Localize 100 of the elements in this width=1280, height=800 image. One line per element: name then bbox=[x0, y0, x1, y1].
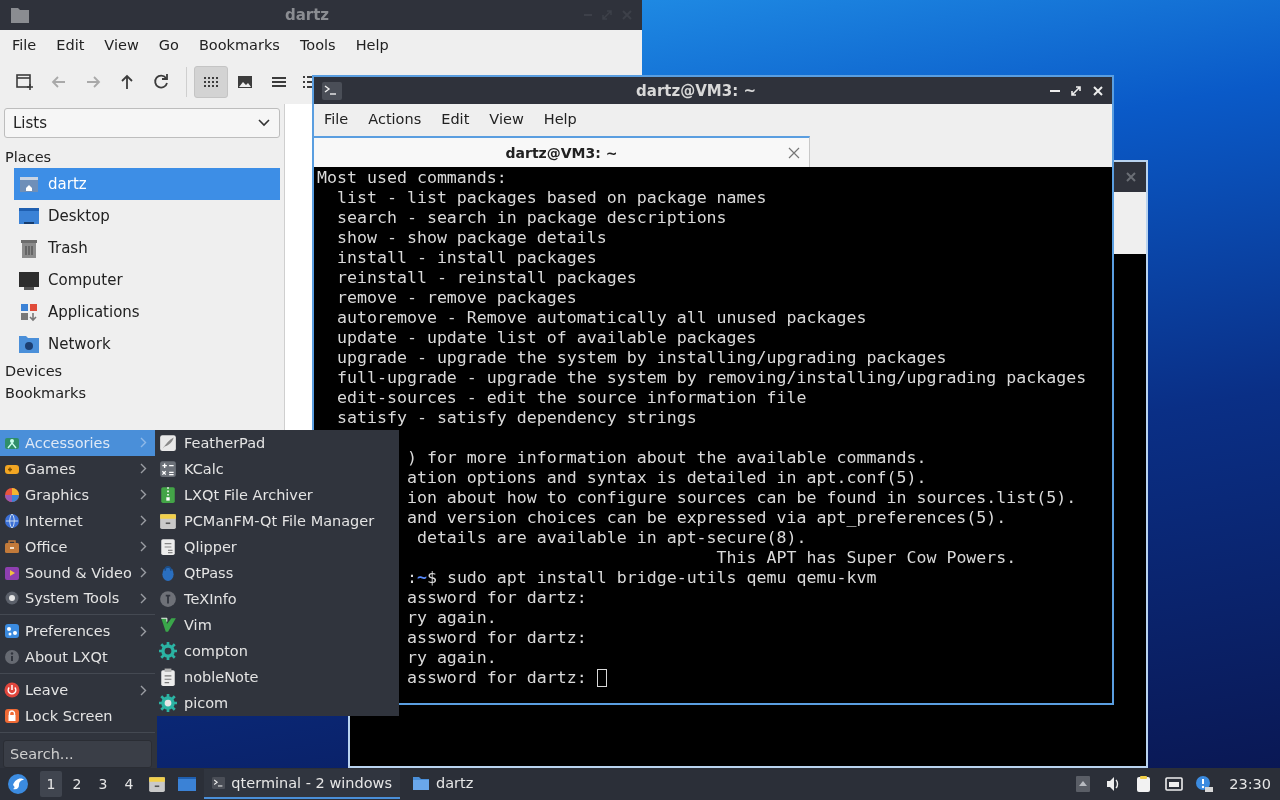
search-field[interactable]: Search... bbox=[3, 740, 152, 769]
menu-item[interactable]: Edit bbox=[46, 34, 95, 56]
chevron-right-icon bbox=[140, 489, 147, 501]
workspace-button[interactable]: 3 bbox=[92, 771, 114, 797]
sidebar-item[interactable]: Trash bbox=[14, 232, 280, 264]
preferences-icon bbox=[4, 623, 20, 640]
workspace-button[interactable]: 1 bbox=[40, 771, 62, 797]
menu-item[interactable]: KCalc bbox=[157, 456, 399, 482]
terminal-line: This APT has Super Cow Powers. bbox=[715, 548, 1018, 568]
network-folder-icon bbox=[18, 333, 40, 355]
chevron-right-icon bbox=[140, 567, 147, 579]
workspace-button[interactable]: 2 bbox=[66, 771, 88, 797]
sidebar-item[interactable]: Applications bbox=[14, 296, 280, 328]
folder-icon bbox=[10, 6, 30, 24]
window-title: dartz@VM3: ~ bbox=[635, 81, 757, 100]
info-icon bbox=[4, 649, 20, 666]
menu-item[interactable]: Vim bbox=[157, 612, 399, 638]
archive-icon bbox=[159, 486, 177, 504]
toolbar-button[interactable] bbox=[194, 66, 229, 98]
close-icon bbox=[1126, 172, 1136, 182]
menu-item[interactable]: Bookmarks bbox=[188, 34, 290, 56]
menu-item[interactable]: Actions bbox=[358, 107, 432, 130]
desktop-icon bbox=[18, 205, 40, 227]
menu-item[interactable]: Graphics bbox=[0, 481, 155, 508]
terminal-line: install - install packages bbox=[335, 248, 598, 268]
terminal-line: ry again. bbox=[406, 648, 497, 668]
menu-item[interactable]: Office bbox=[0, 533, 155, 560]
desktop-icon bbox=[177, 775, 197, 793]
menu-item[interactable]: File bbox=[314, 107, 359, 130]
chevron-right-icon bbox=[140, 463, 147, 475]
terminal-line: :~$ sudo apt install bridge-utils qemu qemu-kvm bbox=[406, 568, 877, 588]
terminal-line: assword for dartz: bbox=[406, 588, 587, 608]
section-header[interactable]: Devices bbox=[4, 360, 280, 382]
menu-item[interactable]: nobleNote bbox=[157, 664, 399, 690]
menu-item[interactable]: Games bbox=[0, 455, 155, 482]
sidebar-item[interactable]: Desktop bbox=[14, 200, 280, 232]
terminal-line: upgrade - upgrade the system by installing/upgrading packages bbox=[335, 348, 948, 368]
terminal-line: Most used commands: bbox=[317, 168, 508, 188]
terminal-line: remove - remove packages bbox=[335, 288, 578, 308]
menu-item[interactable]: Qlipper bbox=[157, 534, 399, 560]
menu-item[interactable]: FeatherPad bbox=[157, 430, 399, 456]
vim-icon bbox=[159, 616, 177, 634]
file-cabinet-icon bbox=[148, 775, 166, 793]
computer-icon bbox=[18, 269, 40, 291]
terminal-line: details are available in apt-secure(8). bbox=[415, 528, 807, 548]
briefcase-icon bbox=[4, 538, 20, 555]
menu-item[interactable]: picom bbox=[157, 690, 399, 716]
terminal-line: assword for dartz: bbox=[406, 628, 587, 648]
chevron-right-icon bbox=[140, 541, 147, 553]
menu-item[interactable]: File bbox=[2, 34, 47, 56]
clipboard-icon bbox=[159, 668, 177, 686]
menu-item[interactable]: PCManFM-Qt File Manager bbox=[157, 508, 399, 534]
menu-item[interactable]: Sound & Video bbox=[0, 559, 155, 586]
media-icon bbox=[4, 564, 20, 581]
section-header[interactable]: Bookmarks bbox=[4, 382, 280, 404]
menu-item[interactable]: Leave bbox=[0, 677, 155, 704]
notification-icon bbox=[1195, 775, 1214, 793]
sidebar-item[interactable]: Network bbox=[14, 328, 280, 360]
menu-item[interactable]: View bbox=[94, 34, 149, 56]
menu-item[interactable]: Help bbox=[533, 107, 587, 130]
close-icon bbox=[1092, 84, 1104, 97]
chevron-right-icon bbox=[140, 593, 147, 604]
globe-icon bbox=[4, 512, 20, 529]
menu-item[interactable]: compton bbox=[157, 638, 399, 664]
terminal-line: edit-sources - edit the source information file bbox=[335, 388, 808, 408]
applications-icon bbox=[18, 301, 40, 323]
terminal-line: autoremove - Remove automatically all unused packages bbox=[335, 308, 868, 328]
sidebar-item[interactable]: Computer bbox=[14, 264, 280, 296]
task-button[interactable]: dartz bbox=[404, 769, 482, 799]
menu-item[interactable]: System Tools bbox=[0, 585, 155, 612]
view-dropdown[interactable]: Lists bbox=[4, 108, 280, 138]
menu-item[interactable]: QtPass bbox=[157, 560, 399, 586]
terminal-line: ) for more information about the available commands. bbox=[406, 448, 927, 468]
menu-item[interactable]: Go bbox=[148, 34, 189, 56]
menu-item[interactable]: LXQt File Archiver bbox=[157, 482, 399, 508]
tab[interactable]: dartz@VM3: ~ bbox=[314, 136, 810, 167]
menu-item[interactable]: Edit bbox=[431, 107, 480, 130]
terminal-line: ation options and syntax is detailed in apt.conf(5). bbox=[406, 468, 927, 488]
task-button[interactable]: qterminal - 2 windows bbox=[204, 769, 400, 799]
power-icon bbox=[4, 682, 20, 699]
logo-icon bbox=[7, 773, 29, 795]
menu-item[interactable]: TeXInfo bbox=[157, 586, 399, 612]
menu-item[interactable]: Internet bbox=[0, 507, 155, 534]
clock: 23:30 bbox=[1228, 776, 1272, 792]
menu-item[interactable]: Lock Screen bbox=[0, 703, 155, 730]
menu-item[interactable]: Help bbox=[345, 34, 399, 56]
clipboard-icon bbox=[159, 538, 177, 556]
menu-item[interactable]: Preferences bbox=[0, 618, 155, 645]
terminal-icon bbox=[212, 775, 226, 791]
menu-item[interactable]: Tools bbox=[289, 34, 346, 56]
menu-item[interactable]: View bbox=[479, 107, 534, 130]
chevron-right-icon bbox=[140, 684, 147, 696]
section-header[interactable]: Places bbox=[4, 146, 280, 168]
file-cabinet-icon bbox=[159, 512, 177, 530]
workspace-button[interactable]: 4 bbox=[118, 771, 140, 797]
chevron-down-icon bbox=[257, 118, 271, 128]
maximize-icon bbox=[1070, 84, 1082, 97]
terminal-line: ry again. bbox=[406, 608, 497, 628]
minimize-icon bbox=[1050, 89, 1060, 92]
menu-item[interactable]: About LXQt bbox=[0, 644, 155, 671]
